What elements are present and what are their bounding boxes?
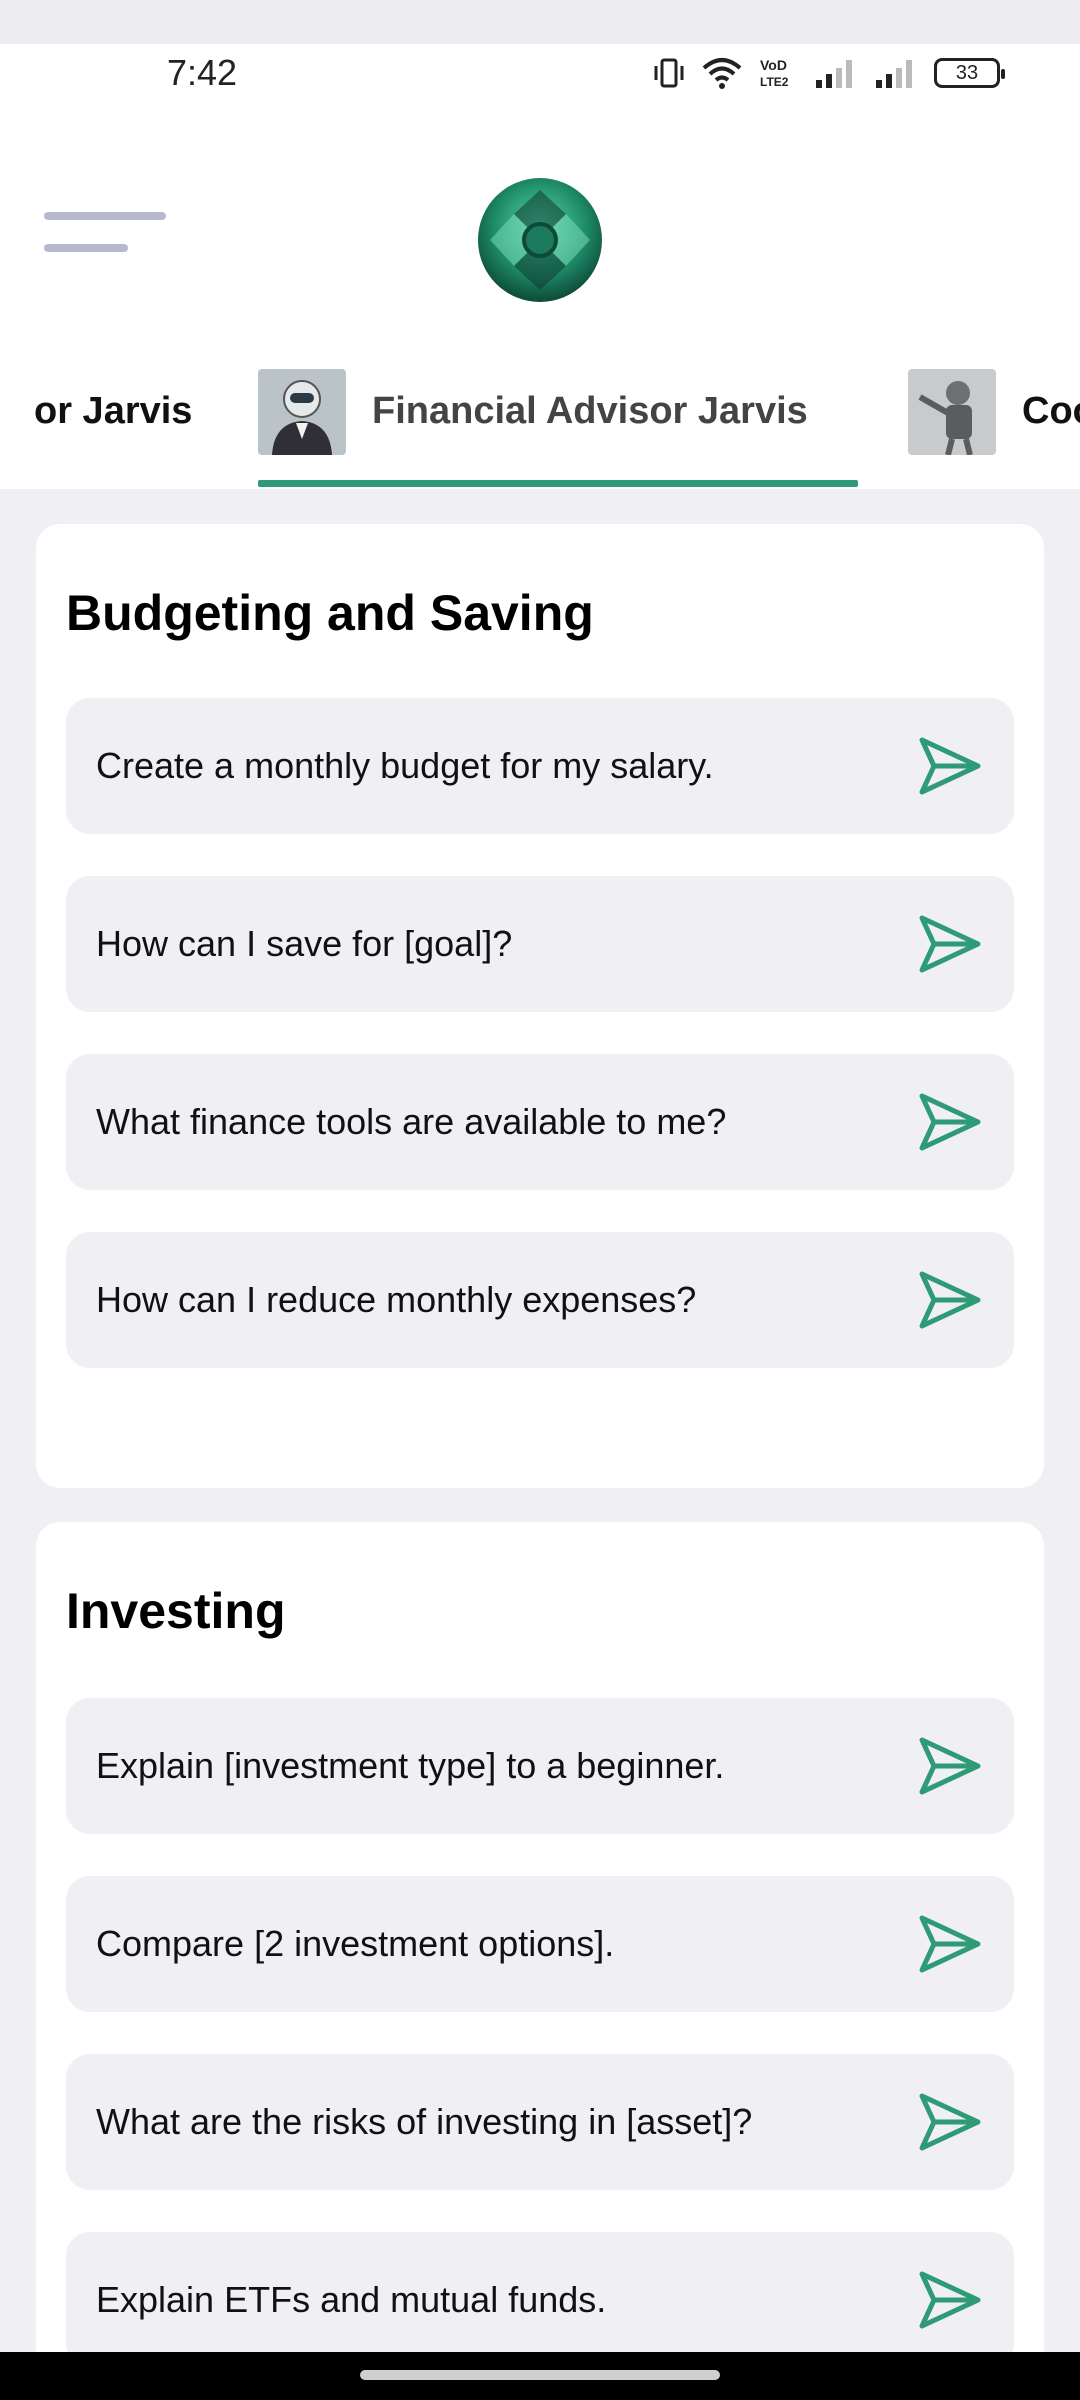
robot-avatar-icon	[908, 368, 996, 455]
top-strip	[0, 0, 1080, 44]
tab-next[interactable]: Coo	[908, 334, 1080, 489]
prompt-text: Explain [investment type] to a beginner.	[96, 1745, 725, 1786]
prompt-item[interactable]: How can I reduce monthly expenses?	[66, 1232, 1014, 1368]
prompt-item[interactable]: Explain ETFs and mutual funds.	[66, 2232, 1014, 2368]
section-title: Investing	[66, 1583, 286, 1639]
home-indicator[interactable]	[360, 2370, 720, 2380]
prompt-text: What are the risks of investing in [asse…	[96, 2101, 753, 2142]
tab-financial-advisor[interactable]: Financial Advisor Jarvis	[258, 334, 808, 489]
active-tab-indicator	[258, 480, 858, 487]
tab-label: or Jarvis	[34, 390, 193, 432]
menu-icon[interactable]	[40, 212, 170, 262]
send-icon[interactable]	[916, 1732, 984, 1800]
prompt-text: What finance tools are available to me?	[96, 1101, 727, 1142]
battery-icon: 33	[934, 58, 1005, 88]
send-icon[interactable]	[916, 2266, 984, 2334]
assistant-tabs: or Jarvis Financial Advisor Jarvis Co	[0, 334, 1080, 489]
send-icon[interactable]	[916, 910, 984, 978]
tab-label: Financial Advisor Jarvis	[372, 390, 808, 432]
prompt-item[interactable]: Explain [investment type] to a beginner.	[66, 1698, 1014, 1834]
prompt-text: Explain ETFs and mutual funds.	[96, 2279, 607, 2320]
robot-avatar-icon	[258, 368, 346, 455]
status-bar: 7:42 VoD LTE2 33	[0, 44, 1080, 102]
prompt-item[interactable]: Compare [2 investment options].	[66, 1876, 1014, 2012]
vibrate-icon	[652, 56, 686, 90]
prompt-item[interactable]: Create a monthly budget for my salary.	[66, 698, 1014, 834]
status-time: 7:42	[167, 52, 238, 93]
prompt-item[interactable]: How can I save for [goal]?	[66, 876, 1014, 1012]
prompt-text: How can I reduce monthly expenses?	[96, 1279, 697, 1320]
signal-icon	[874, 56, 918, 90]
svg-text:LTE2: LTE2	[760, 75, 789, 89]
prompt-item[interactable]: What finance tools are available to me?	[66, 1054, 1014, 1190]
send-icon[interactable]	[916, 2088, 984, 2156]
tab-label: Coo	[1022, 390, 1080, 432]
section-title: Budgeting and Saving	[66, 585, 594, 641]
svg-text:VoD: VoD	[760, 57, 787, 73]
section-card-budgeting: Budgeting and Saving Create a monthly bu…	[36, 524, 1044, 1488]
app-logo	[470, 170, 610, 310]
send-icon[interactable]	[916, 1266, 984, 1334]
app-header	[0, 102, 1080, 334]
section-card-investing: Investing Explain [investment type] to a…	[36, 1522, 1044, 2400]
prompt-text: Create a monthly budget for my salary.	[96, 745, 714, 786]
signal-icon	[814, 56, 858, 90]
prompt-text: Compare [2 investment options].	[96, 1923, 615, 1964]
tab-previous[interactable]: or Jarvis	[34, 334, 192, 489]
send-icon[interactable]	[916, 1910, 984, 1978]
send-icon[interactable]	[916, 1088, 984, 1156]
wifi-icon	[702, 56, 742, 90]
send-icon[interactable]	[916, 732, 984, 800]
volte-icon: VoD LTE2	[758, 56, 798, 90]
prompt-text: How can I save for [goal]?	[96, 923, 513, 964]
status-icons: VoD LTE2 33	[652, 56, 1005, 90]
prompt-item[interactable]: What are the risks of investing in [asse…	[66, 2054, 1014, 2190]
